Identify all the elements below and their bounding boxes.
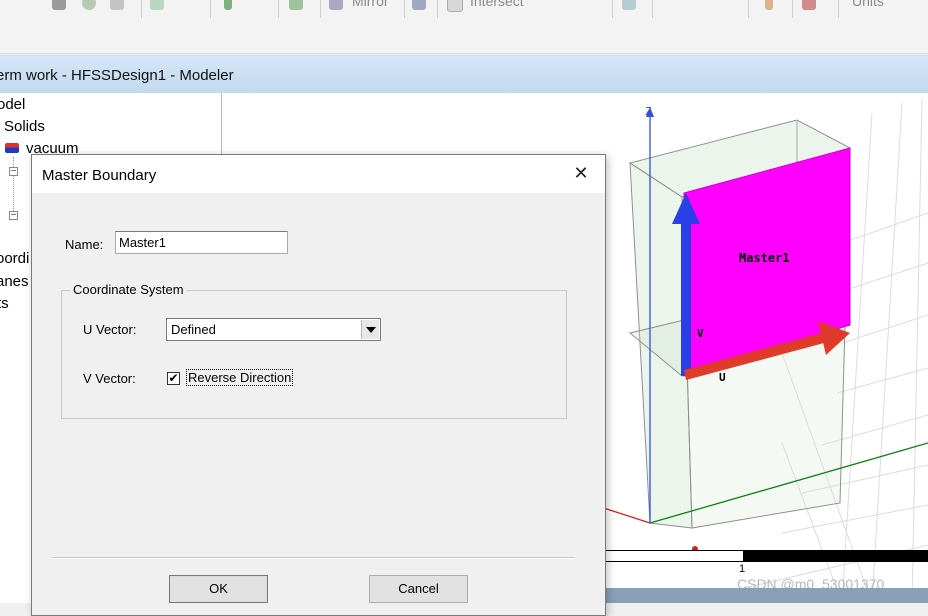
tree-item-solids[interactable]: Solids	[4, 118, 45, 135]
expand-icon[interactable]: −	[9, 167, 18, 176]
name-label: Name:	[65, 237, 104, 252]
ribbon-separator	[437, 0, 438, 18]
material-icon[interactable]	[802, 0, 816, 10]
arrange-icon[interactable]	[224, 0, 232, 10]
close-icon[interactable]: ✕	[568, 163, 594, 185]
tree-item-lists[interactable]: ts	[0, 295, 9, 312]
sweep-icon[interactable]	[289, 0, 303, 10]
intersect-icon[interactable]	[447, 0, 463, 12]
check-icon: ✔	[168, 371, 179, 385]
modeler-window-titlebar: erm work - HFSSDesign1 - Modeler	[0, 55, 928, 95]
tree-item-coordinate-systems[interactable]: oordi	[0, 250, 29, 267]
scale-label: 1	[739, 563, 746, 575]
coordinate-system-group	[61, 290, 567, 419]
dialog-titlebar[interactable]: Master Boundary ✕	[32, 155, 605, 193]
sphere-icon[interactable]	[82, 0, 96, 10]
ribbon-separator	[210, 0, 211, 18]
scale-bar-fill	[743, 551, 928, 561]
ribbon-separator	[612, 0, 613, 18]
reverse-direction-checkbox[interactable]: ✔	[167, 372, 180, 385]
unite-icon[interactable]	[412, 0, 426, 10]
master-boundary-dialog: Master Boundary ✕ Name: Coordinate Syste…	[31, 154, 606, 616]
name-input[interactable]	[115, 231, 288, 254]
dialog-title: Master Boundary	[42, 167, 157, 184]
mirror-icon[interactable]	[329, 0, 343, 10]
tree-item-model[interactable]: odel	[0, 96, 25, 113]
scale-bar	[605, 550, 928, 562]
expand-icon[interactable]: −	[9, 211, 18, 220]
u-vector-label: U Vector:	[83, 322, 137, 337]
cancel-button[interactable]: Cancel	[369, 575, 468, 603]
measure-icon[interactable]	[622, 0, 636, 10]
ok-button[interactable]: OK	[169, 575, 268, 603]
reverse-direction-label[interactable]: Reverse Direction	[186, 369, 294, 386]
cone-icon[interactable]	[110, 0, 124, 10]
ribbon-separator	[141, 0, 142, 18]
window-title: erm work - HFSSDesign1 - Modeler	[0, 67, 234, 84]
units-button[interactable]: Units	[852, 0, 884, 9]
polygon-icon[interactable]	[150, 0, 164, 10]
ribbon-separator	[320, 0, 321, 18]
pointer-icon[interactable]	[765, 0, 773, 10]
chevron-down-icon[interactable]	[361, 320, 379, 339]
ribbon-separator	[838, 0, 839, 18]
ribbon-separator	[404, 0, 405, 18]
u-vector-value: Defined	[171, 322, 216, 337]
v-vector-arrow-shaft	[681, 221, 691, 376]
ribbon-toolbar: Mirror Intersect Units	[0, 0, 928, 54]
shape-icon[interactable]	[52, 0, 66, 10]
v-vector-label: V	[697, 327, 704, 340]
ribbon-separator	[652, 0, 653, 18]
intersect-button[interactable]: Intersect	[470, 0, 524, 9]
ribbon-separator	[278, 0, 279, 18]
ribbon-separator	[792, 0, 793, 18]
mirror-button[interactable]: Mirror	[352, 0, 389, 9]
tree-item-planes[interactable]: anes	[0, 273, 29, 290]
v-vector-label: V Vector:	[83, 371, 136, 386]
boundary-label: Master1	[739, 251, 790, 265]
ribbon-separator	[748, 0, 749, 18]
z-axis-label: Z	[645, 105, 652, 118]
status-strip	[604, 588, 928, 603]
material-icon	[5, 143, 19, 153]
u-vector-label: U	[719, 371, 726, 384]
coordinate-system-group-label: Coordinate System	[70, 282, 187, 297]
dialog-divider	[52, 557, 575, 559]
u-vector-select[interactable]: Defined	[166, 318, 381, 341]
